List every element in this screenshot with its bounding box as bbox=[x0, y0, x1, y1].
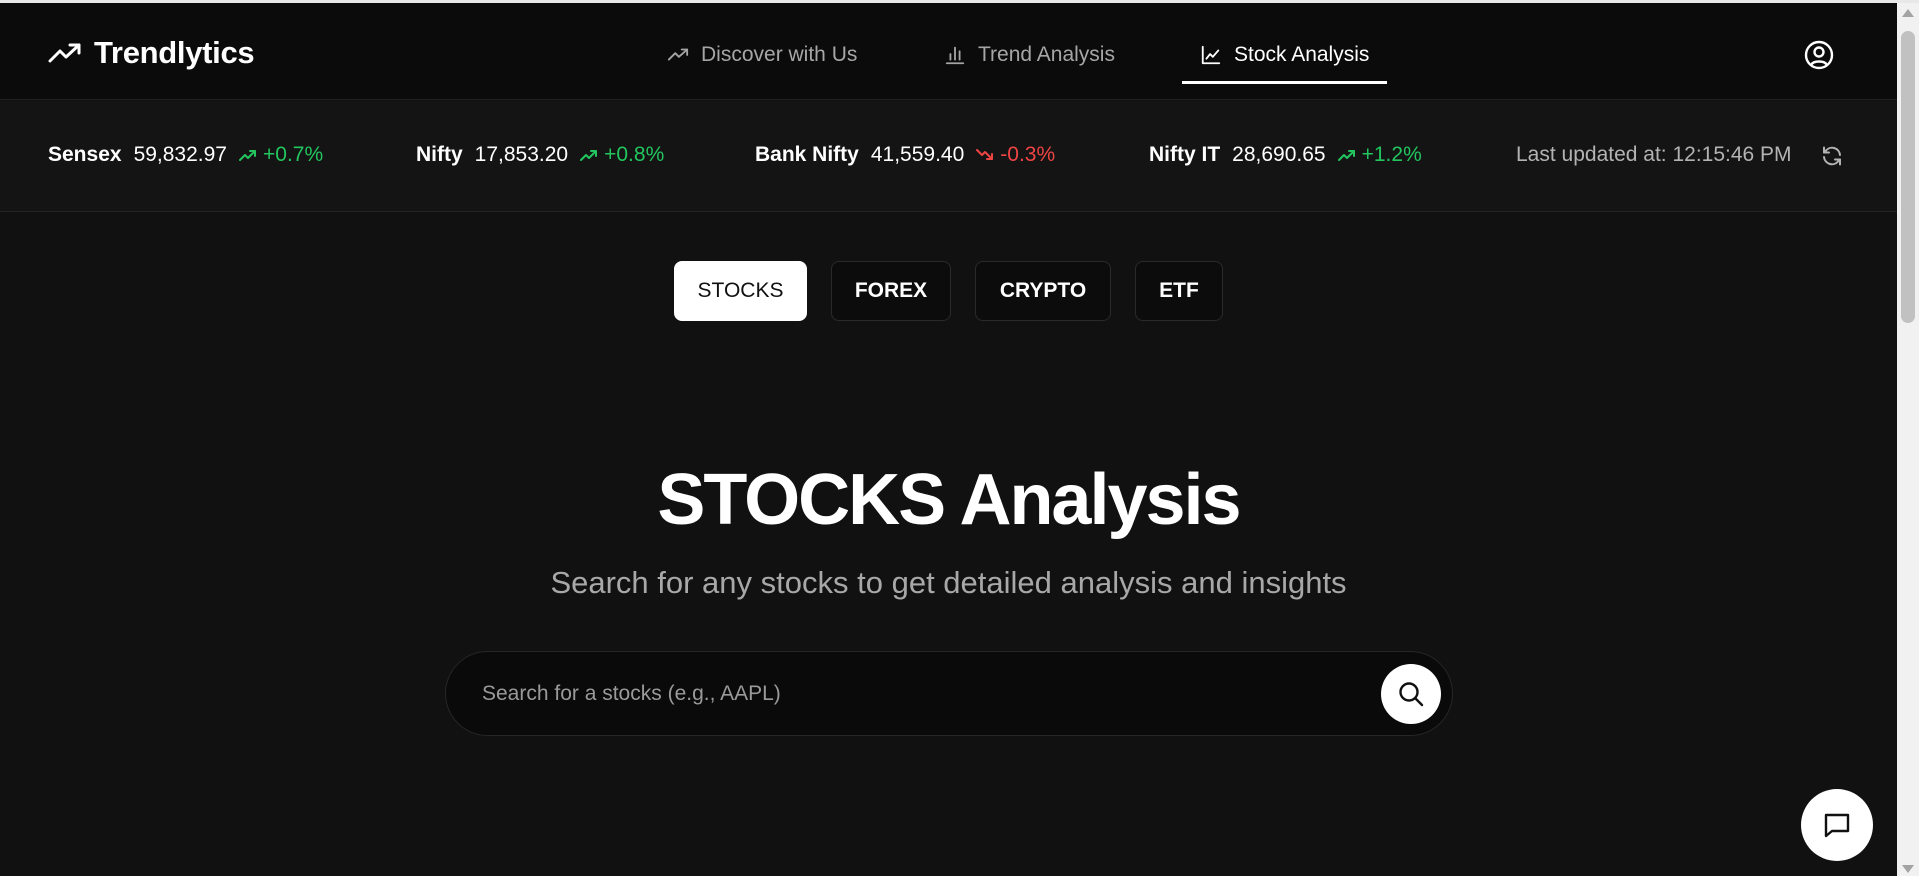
nav-label: Discover with Us bbox=[701, 43, 858, 66]
scroll-down-icon[interactable] bbox=[1902, 865, 1914, 873]
nav-label: Stock Analysis bbox=[1234, 43, 1370, 66]
trending-up-icon bbox=[48, 43, 81, 63]
tab-forex[interactable]: FOREX bbox=[831, 261, 951, 321]
tab-stocks[interactable]: STOCKS bbox=[674, 261, 807, 321]
ticker-change-value: +1.2% bbox=[1361, 143, 1422, 166]
ticker-item-nifty-it: Nifty IT 28,690.65 +1.2% bbox=[1149, 143, 1422, 167]
nav-stock-analysis[interactable]: Stock Analysis bbox=[1182, 31, 1388, 84]
ticker-name: Nifty bbox=[416, 143, 463, 166]
search-icon bbox=[1399, 682, 1424, 707]
ticker-value: 41,559.40 bbox=[870, 143, 965, 166]
ticker-name: Sensex bbox=[48, 143, 122, 166]
chat-button[interactable] bbox=[1801, 789, 1873, 861]
brand-name: Trendlytics bbox=[94, 35, 255, 70]
ticker-name: Nifty IT bbox=[1149, 143, 1221, 166]
scrollbar-thumb[interactable] bbox=[1901, 31, 1915, 323]
bar-chart-icon bbox=[945, 46, 965, 65]
search-button[interactable] bbox=[1381, 664, 1441, 724]
ticker-change-value: -0.3% bbox=[1000, 143, 1056, 166]
trending-up-icon bbox=[239, 150, 256, 161]
ticker-change: +1.2% bbox=[1337, 143, 1422, 167]
ticker-change: -0.3% bbox=[976, 143, 1055, 167]
page-title: STOCKS Analysis bbox=[657, 460, 1241, 540]
trending-down-icon bbox=[976, 149, 994, 160]
trending-up-icon bbox=[580, 150, 598, 161]
ticker-change: +0.7% bbox=[239, 143, 323, 167]
nav-discover-with-us[interactable]: Discover with Us bbox=[667, 31, 857, 79]
top-navbar: Trendlytics Discover with Us Trend Analy… bbox=[0, 3, 1897, 100]
page: Trendlytics Discover with Us Trend Analy… bbox=[0, 0, 1919, 876]
line-chart-icon bbox=[1201, 45, 1221, 65]
ticker-value: 17,853.20 bbox=[474, 143, 569, 166]
tab-crypto[interactable]: CRYPTO bbox=[975, 261, 1111, 321]
ticker-value: 28,690.65 bbox=[1232, 143, 1326, 166]
vertical-scrollbar[interactable] bbox=[1897, 3, 1919, 876]
search-bar bbox=[445, 651, 1453, 736]
active-tab-indicator bbox=[1182, 81, 1388, 84]
scroll-up-icon[interactable] bbox=[1902, 9, 1914, 17]
ticker-change: +0.8% bbox=[580, 143, 664, 167]
user-circle-icon[interactable] bbox=[1803, 39, 1835, 71]
trending-up-icon bbox=[667, 48, 689, 61]
refresh-icon[interactable] bbox=[1820, 144, 1844, 168]
nav-trend-analysis[interactable]: Trend Analysis bbox=[944, 31, 1115, 79]
page-subtitle: Search for any stocks to get detailed an… bbox=[550, 565, 1347, 600]
tab-etf[interactable]: ETF bbox=[1135, 261, 1223, 321]
ticker-change-value: +0.8% bbox=[604, 143, 665, 166]
search-input[interactable] bbox=[480, 652, 1300, 735]
last-updated-text: Last updated at: 12:15:46 PM bbox=[1516, 143, 1792, 166]
ticker-change-value: +0.7% bbox=[263, 143, 324, 166]
ticker-item-sensex: Sensex 59,832.97 +0.7% bbox=[48, 143, 323, 167]
chat-icon bbox=[1824, 813, 1850, 838]
market-ticker-bar: Sensex 59,832.97 +0.7% Nifty 17,853.20 +… bbox=[0, 101, 1897, 212]
ticker-name: Bank Nifty bbox=[755, 143, 859, 166]
trending-up-icon bbox=[1337, 150, 1355, 161]
nav-label: Trend Analysis bbox=[978, 43, 1115, 66]
ticker-item-bank-nifty: Bank Nifty 41,559.40 -0.3% bbox=[755, 143, 1055, 167]
ticker-item-nifty: Nifty 17,853.20 +0.8% bbox=[416, 143, 664, 167]
ticker-value: 59,832.97 bbox=[133, 143, 227, 166]
brand-logo[interactable]: Trendlytics bbox=[48, 35, 255, 71]
